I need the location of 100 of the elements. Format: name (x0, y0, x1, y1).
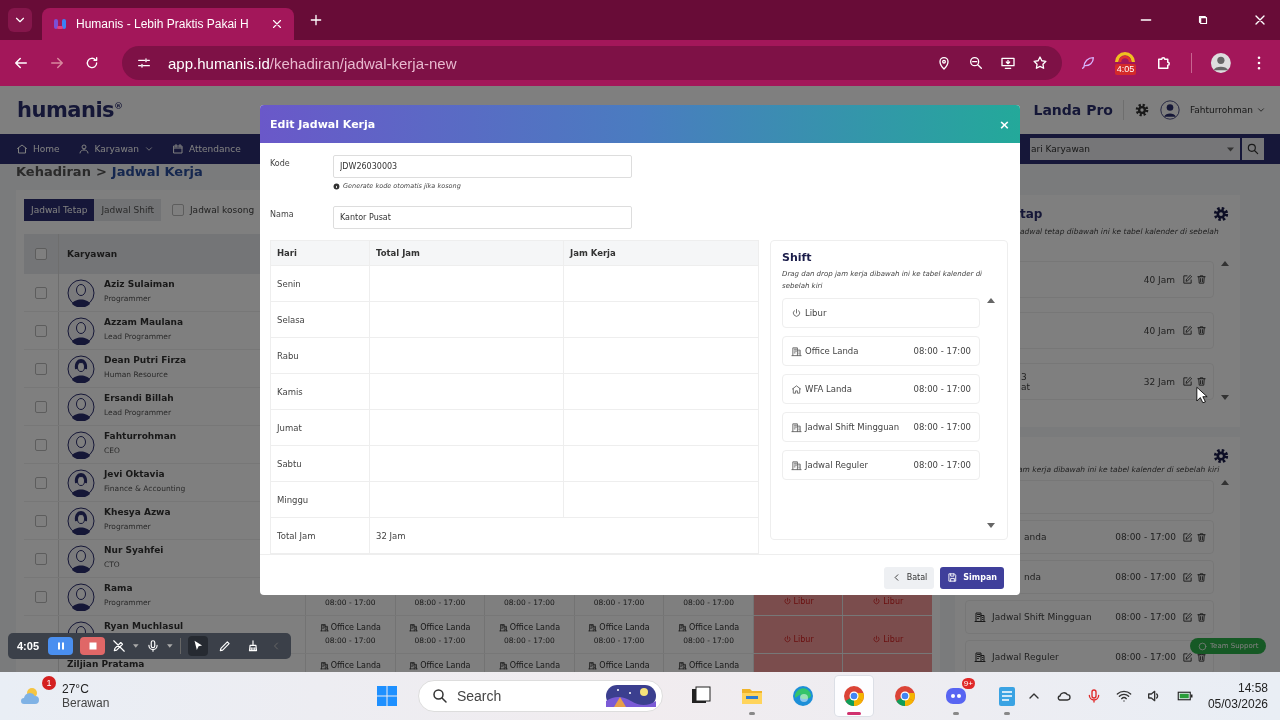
checkbox[interactable] (35, 400, 47, 413)
edit-icon[interactable] (1182, 325, 1193, 336)
caret-icon[interactable] (143, 144, 154, 154)
user-icon[interactable] (77, 143, 90, 155)
employee-search-field[interactable]: ari Karyawan (1030, 138, 1240, 160)
edit-icon[interactable] (1182, 274, 1193, 285)
checkbox[interactable] (171, 204, 184, 216)
user-avatar-icon[interactable] (1159, 100, 1180, 120)
zoom-out-icon[interactable] (967, 55, 984, 71)
close-icon[interactable] (270, 17, 284, 31)
checkbox-label[interactable]: Jadwal kosong (189, 205, 255, 215)
browser-icon[interactable] (892, 684, 917, 708)
shift-item[interactable]: Libur (782, 298, 980, 328)
shift-item[interactable]: Office Landa 08:00 - 17:00 (782, 336, 980, 366)
save-button[interactable]: Simpan (940, 566, 1004, 589)
close-button[interactable]: × (999, 116, 1010, 132)
scroll-up-arrow-icon[interactable] (987, 298, 995, 303)
checkbox[interactable] (35, 362, 47, 375)
checkbox[interactable] (35, 248, 47, 260)
taskbar-button[interactable]: 9+ (936, 676, 975, 716)
scroll-up-arrow-icon[interactable] (1221, 480, 1229, 485)
settings-icon[interactable] (1212, 447, 1230, 465)
microphone-icon[interactable] (145, 639, 160, 653)
settings-icon[interactable] (1133, 102, 1150, 118)
calendar-icon[interactable] (171, 143, 184, 155)
trash-icon[interactable] (1196, 274, 1207, 285)
star-icon[interactable] (1031, 55, 1048, 71)
shift-item[interactable]: WFA Landa 08:00 - 17:00 (782, 374, 980, 404)
browser-icon[interactable] (841, 684, 866, 708)
edit-icon[interactable] (1182, 571, 1193, 583)
nav-item[interactable]: Home (16, 143, 60, 155)
home-icon[interactable] (16, 143, 28, 155)
cancel-button[interactable]: Batal (883, 566, 935, 589)
checkbox[interactable] (35, 438, 47, 451)
company-name[interactable]: Landa Pro (1033, 102, 1113, 118)
tab-list-button[interactable] (8, 8, 32, 32)
trash-icon[interactable] (1196, 376, 1207, 387)
day-off-label: Libur (872, 596, 904, 607)
extension-badge[interactable]: 4:05 (1113, 50, 1138, 76)
restore-icon[interactable] (1196, 13, 1210, 27)
checkbox[interactable] (35, 514, 47, 527)
shift-item[interactable]: Jadwal Shift Mingguan 08:00 - 17:00 (782, 412, 980, 442)
reload-icon[interactable] (84, 55, 100, 71)
checkbox[interactable] (35, 324, 47, 337)
scroll-down-arrow-icon[interactable] (1221, 395, 1229, 400)
search-icon[interactable] (430, 687, 449, 705)
breadcrumb-link[interactable]: Kehadiran (16, 164, 91, 180)
pen-off-icon[interactable] (112, 639, 127, 653)
edit-icon[interactable] (1182, 531, 1193, 543)
shift-item[interactable]: Jadwal Reguler 08:00 - 17:00 (782, 450, 980, 480)
pause-button[interactable] (48, 637, 74, 655)
checkbox[interactable] (35, 286, 47, 299)
clock-time[interactable]: 14:58 (1237, 680, 1268, 696)
notification-badge: 9+ (961, 678, 975, 689)
stop-button[interactable] (80, 637, 106, 655)
caret-icon[interactable] (1227, 146, 1234, 152)
new-tab-icon[interactable] (308, 12, 324, 28)
caret-icon[interactable] (1256, 105, 1266, 115)
trash-icon[interactable] (1196, 611, 1207, 623)
column-header: Karyawan (67, 249, 118, 259)
schedule-tab[interactable]: Jadwal Tetap (24, 199, 95, 221)
clock-date[interactable]: 05/03/2026 (1207, 696, 1268, 712)
input-field[interactable]: JDW26030003 (333, 155, 632, 178)
employee-name: Aziz Sulaiman (104, 279, 175, 290)
trash-icon[interactable] (1196, 531, 1207, 543)
profile-avatar-icon[interactable] (1210, 52, 1232, 74)
rainbow-icon[interactable] (1115, 50, 1136, 64)
scroll-down-arrow-icon[interactable] (987, 523, 995, 528)
install-icon[interactable] (999, 55, 1016, 71)
edit-icon[interactable] (1182, 611, 1193, 623)
caret-icon[interactable] (166, 644, 173, 648)
taskbar-search-field[interactable]: Search (417, 680, 663, 712)
trash-icon[interactable] (1196, 571, 1207, 583)
save-icon[interactable] (947, 572, 959, 583)
trash-icon[interactable] (1196, 651, 1207, 663)
employee-name: Azzam Maulana (104, 317, 184, 328)
address-bar[interactable]: app.humanis.id/kehadiran/jadwal-kerja-new (122, 46, 1062, 80)
checkbox[interactable] (35, 476, 47, 489)
feather-icon[interactable] (1079, 55, 1096, 71)
schedule-tab[interactable]: Jadwal Shift (94, 199, 161, 221)
swirl-browser-icon[interactable] (790, 684, 815, 708)
settings-icon[interactable] (1212, 205, 1230, 223)
caret-icon[interactable] (133, 644, 139, 648)
power-icon (872, 597, 882, 606)
start-icon[interactable] (374, 684, 399, 708)
edit-icon[interactable] (1182, 651, 1193, 663)
shift-item[interactable]: Jadwal Shift Mingguan 08:00 - 17:00 (965, 600, 1214, 634)
nav-item[interactable]: Attendance (171, 143, 241, 155)
nav-item[interactable]: Karyawan (77, 143, 154, 155)
edit-icon[interactable] (1182, 376, 1193, 387)
input-field[interactable]: Kantor Pusat (333, 206, 632, 229)
wifi-icon[interactable] (1115, 688, 1132, 704)
checkbox[interactable] (35, 590, 47, 603)
browser-tab[interactable]: Humanis - Lebih Praktis Pakai H (42, 8, 294, 40)
employee-name: Ersandi Billah (104, 393, 174, 404)
scroll-up-arrow-icon[interactable] (1221, 261, 1229, 266)
checkbox[interactable] (35, 552, 47, 565)
user-menu[interactable]: Fahturrohman (1189, 105, 1266, 115)
trash-icon[interactable] (1196, 325, 1207, 336)
temperature: 27°C (62, 682, 90, 696)
